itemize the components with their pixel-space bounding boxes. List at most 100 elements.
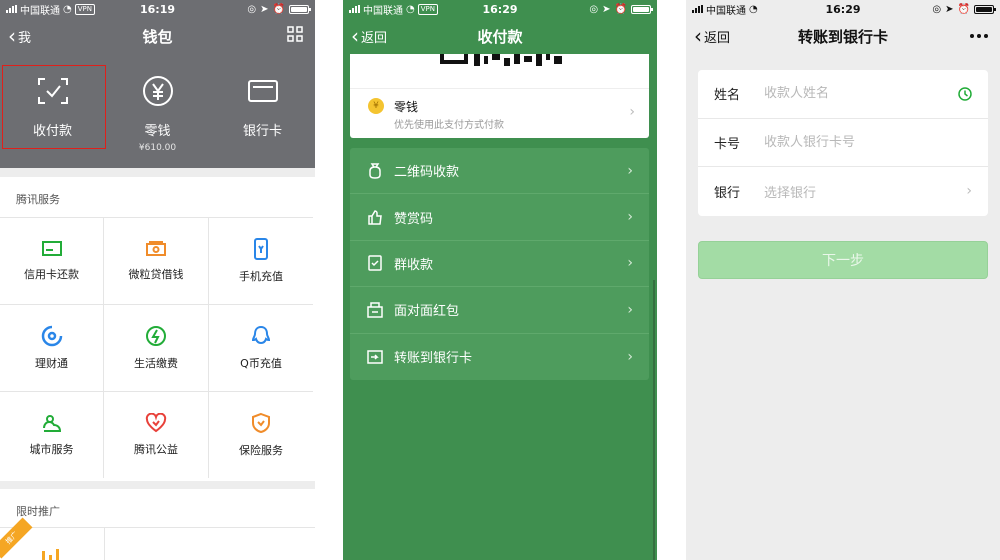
menu-label: 赞赏码 xyxy=(394,211,434,227)
chevron-right-icon: › xyxy=(627,162,633,179)
service-insurance[interactable]: 保险服务 xyxy=(209,391,313,478)
wallet-title: 零钱 xyxy=(394,100,419,114)
chevron-left-icon: ‹ xyxy=(694,24,702,48)
name-input[interactable] xyxy=(764,86,958,102)
bank-select-placeholder: 选择银行 xyxy=(764,185,817,201)
wealth-icon xyxy=(41,325,62,347)
transfer-form: 姓名 卡号 银行 选择银行 › xyxy=(698,70,988,216)
bank-label: 银行 xyxy=(714,185,741,201)
service-wealth[interactable]: 理财通 xyxy=(0,304,104,391)
chevron-right-icon: › xyxy=(627,301,633,318)
status-time: 16:29 xyxy=(825,2,861,16)
qq-icon xyxy=(251,325,271,345)
menu-qr-receive[interactable]: 二维码收款 › xyxy=(350,148,649,195)
change-balance: ¥610.00 xyxy=(138,143,177,153)
yen-circle-icon xyxy=(105,72,210,110)
chevron-right-icon: › xyxy=(627,209,633,226)
page-title: 收付款 xyxy=(477,27,523,46)
back-button[interactable]: ‹ 返回 xyxy=(351,26,387,46)
card-number-row: 卡号 xyxy=(698,119,988,168)
service-label: Q币充值 xyxy=(240,357,282,370)
back-label: 我 xyxy=(18,30,32,46)
clock-icon[interactable] xyxy=(958,87,972,101)
service-label: 生活缴费 xyxy=(134,357,178,370)
qr-code-card xyxy=(350,54,649,88)
service-loan[interactable]: 微粒贷借钱 xyxy=(104,217,209,304)
next-button[interactable]: 下一步 xyxy=(698,241,988,279)
charity-heart-icon xyxy=(145,413,167,433)
battery-icon xyxy=(289,4,311,14)
divider xyxy=(0,527,315,528)
divider xyxy=(350,88,649,89)
wallet-subtitle: 优先使用此支付方式付款 xyxy=(394,120,504,131)
menu-appreciation-code[interactable]: 赞赏码 › xyxy=(350,194,649,241)
service-charity[interactable]: 腾讯公益 xyxy=(104,391,209,478)
nav-bar: ‹ 返回 转账到银行卡 xyxy=(686,18,1000,54)
thumb-up-icon xyxy=(366,209,384,225)
service-label: 城市服务 xyxy=(29,443,74,456)
change-payment-row[interactable]: ¥ 零钱 优先使用此支付方式付款 › xyxy=(350,88,649,138)
city-service-icon xyxy=(42,415,61,432)
back-button[interactable]: ‹ 我 xyxy=(8,26,31,46)
bank-row[interactable]: 银行 选择银行 › xyxy=(698,167,988,216)
scrollbar[interactable] xyxy=(653,280,655,560)
service-credit-card[interactable]: 信用卡还款 xyxy=(0,217,104,304)
bank-transfer-icon xyxy=(366,350,384,364)
promo-section: 限时推广 推广 xyxy=(0,489,315,560)
menu-group-receipt[interactable]: 群收款 › xyxy=(350,241,649,288)
divider xyxy=(104,527,105,560)
back-label: 返回 xyxy=(361,30,388,46)
name-label: 姓名 xyxy=(714,88,741,104)
utility-bolt-icon xyxy=(146,326,166,346)
chevron-left-icon: ‹ xyxy=(8,24,16,48)
loan-icon xyxy=(146,241,166,256)
services-grid: 信用卡还款 微粒贷借钱 手机充值 理财通 生活缴费 Q币充值 城市服务 腾讯公益… xyxy=(0,217,315,478)
status-bar: 中国联通 ◔ VPN 16:19 ◎ ➤ ⏰ xyxy=(0,0,315,18)
menu-transfer-to-bank[interactable]: 转账到银行卡 › xyxy=(350,334,649,380)
section-title: 腾讯服务 xyxy=(16,193,60,206)
grid-menu-icon[interactable] xyxy=(287,26,303,46)
chevron-right-icon: › xyxy=(627,348,633,365)
name-row: 姓名 xyxy=(698,70,988,119)
group-receipt-icon xyxy=(366,255,384,272)
nav-bar: ‹ 我 钱包 xyxy=(0,18,315,54)
page-title: 转账到银行卡 xyxy=(797,27,888,46)
bank-card-button[interactable]: 银行卡 xyxy=(210,66,315,156)
menu-label: 群收款 xyxy=(394,257,434,273)
menu-label: 二维码收款 xyxy=(394,165,460,181)
phone-topup-icon xyxy=(254,238,268,260)
battery-icon xyxy=(974,4,996,14)
money-bag-icon xyxy=(366,162,384,180)
credit-card-repay-icon xyxy=(41,241,62,256)
service-label: 理财通 xyxy=(35,357,68,370)
chevron-right-icon: › xyxy=(966,183,972,200)
red-packet-icon xyxy=(366,302,384,318)
status-bar: 中国联通 ◔ VPN 16:29 ◎ ➤ ⏰ xyxy=(343,0,657,18)
menu-face-to-face-red-packet[interactable]: 面对面红包 › xyxy=(350,287,649,334)
back-label: 返回 xyxy=(704,30,731,46)
insurance-icon xyxy=(252,412,270,434)
pay-receive-screen: 中国联通 ◔ VPN 16:29 ◎ ➤ ⏰ ‹ 返回 收付款 ¥ 零钱 优先使… xyxy=(343,0,657,560)
pay-menu-list: 二维码收款 › 赞赏码 › 群收款 › 面对面红包 › 转账到银行卡 › xyxy=(350,148,649,380)
chevron-right-icon: › xyxy=(627,255,633,272)
menu-label: 面对面红包 xyxy=(394,304,460,320)
transfer-to-bank-screen: 中国联通 ◔ 16:29 ◎ ➤ ⏰ ‹ 返回 转账到银行卡 姓名 卡号 银行 xyxy=(686,0,1000,560)
promo-chart-icon xyxy=(42,549,59,560)
highlight-box xyxy=(2,65,106,149)
battery-icon xyxy=(631,4,653,14)
bank-card-label: 银行卡 xyxy=(242,124,282,139)
change-button[interactable]: 零钱 ¥610.00 xyxy=(105,66,210,156)
service-qcoin[interactable]: Q币充值 xyxy=(209,304,313,391)
service-phone-topup[interactable]: 手机充值 xyxy=(209,217,313,304)
back-button[interactable]: ‹ 返回 xyxy=(694,26,730,46)
card-number-input[interactable] xyxy=(764,134,972,150)
page-title: 钱包 xyxy=(142,27,173,46)
service-utility[interactable]: 生活缴费 xyxy=(104,304,209,391)
status-time: 16:19 xyxy=(139,2,175,16)
section-title: 限时推广 xyxy=(16,505,60,518)
more-icon[interactable] xyxy=(970,34,988,38)
status-time: 16:29 xyxy=(482,2,518,16)
chevron-left-icon: ‹ xyxy=(351,24,359,48)
service-city[interactable]: 城市服务 xyxy=(0,391,104,478)
qr-code-icon xyxy=(440,54,562,66)
